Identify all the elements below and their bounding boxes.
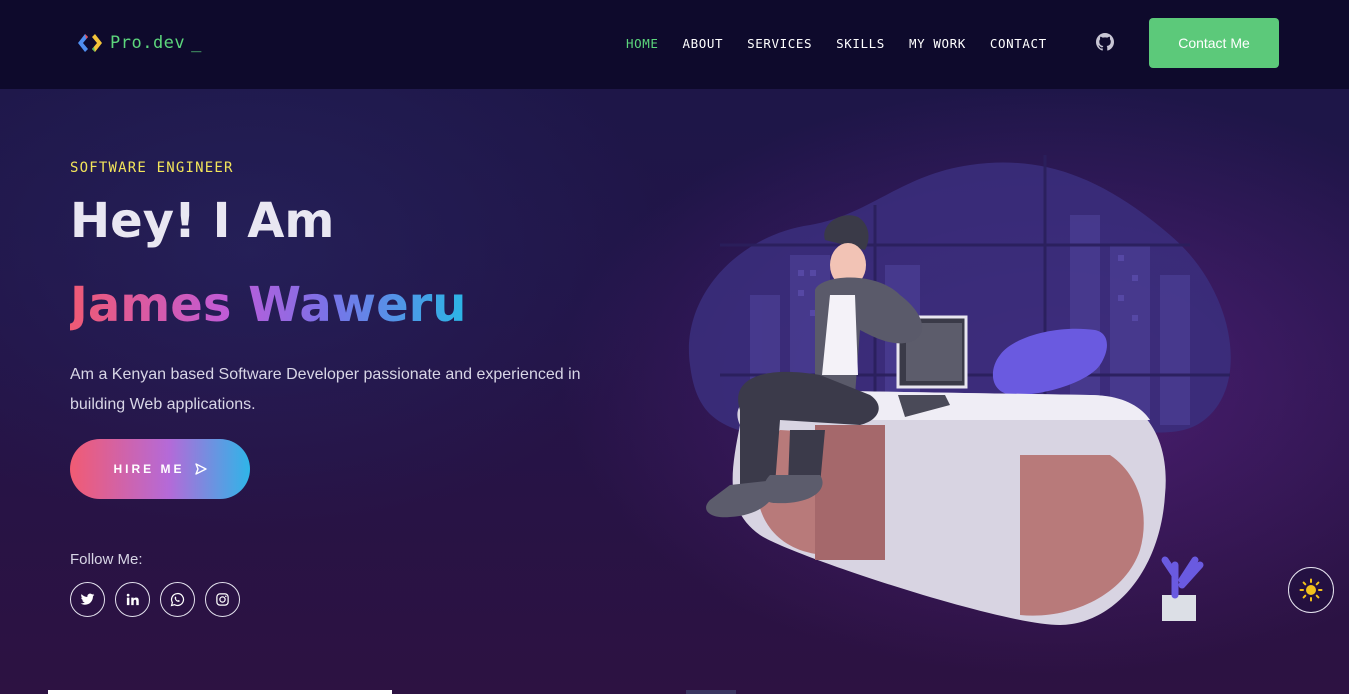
hire-me-label: HIRE ME: [113, 462, 185, 476]
instagram-icon: [216, 593, 229, 606]
logo-cursor: _: [191, 33, 202, 53]
nav-link-my-work[interactable]: MY WORK: [909, 36, 966, 51]
theme-toggle-button[interactable]: [1288, 567, 1334, 613]
social-links: [70, 582, 240, 617]
hire-me-button[interactable]: HIRE ME: [70, 439, 250, 499]
twitter-link[interactable]: [70, 582, 105, 617]
nav-link-skills[interactable]: SKILLS: [836, 36, 885, 51]
contact-me-button[interactable]: Contact Me: [1149, 18, 1279, 68]
hero-name: James Waweru: [70, 277, 467, 333]
linkedin-icon: [126, 593, 139, 606]
whatsapp-link[interactable]: [160, 582, 195, 617]
navbar: Pro.dev _ HOME ABOUT SERVICES SKILLS MY W…: [0, 0, 1349, 89]
twitter-icon: [80, 593, 95, 605]
page-background: Pro.dev _ HOME ABOUT SERVICES SKILLS MY W…: [0, 0, 1349, 694]
instagram-link[interactable]: [205, 582, 240, 617]
nav-link-home[interactable]: HOME: [626, 36, 659, 51]
send-icon: [194, 463, 207, 475]
nav-link-about[interactable]: ABOUT: [683, 36, 724, 51]
hero-description: Am a Kenyan based Software Developer pas…: [70, 366, 581, 413]
code-brackets-icon: [78, 34, 102, 52]
nav-link-services[interactable]: SERVICES: [747, 36, 812, 51]
github-icon[interactable]: [1096, 33, 1114, 51]
hero-subtitle: SOFTWARE ENGINEER: [70, 160, 234, 176]
nav-links: HOME ABOUT SERVICES SKILLS MY WORK CONTA…: [626, 36, 1071, 51]
hero-greeting: Hey! I Am: [70, 193, 335, 249]
sun-icon: [1299, 578, 1323, 602]
logo-text: Pro.dev: [110, 33, 186, 53]
scroll-indicator: [48, 690, 392, 694]
scroll-indicator-secondary: [686, 690, 736, 694]
nav-link-contact[interactable]: CONTACT: [990, 36, 1047, 51]
developer-illustration: [688, 155, 1231, 625]
linkedin-link[interactable]: [115, 582, 150, 617]
follow-me-label: Follow Me:: [70, 551, 143, 568]
logo[interactable]: Pro.dev _: [76, 32, 201, 54]
whatsapp-icon: [170, 592, 185, 607]
